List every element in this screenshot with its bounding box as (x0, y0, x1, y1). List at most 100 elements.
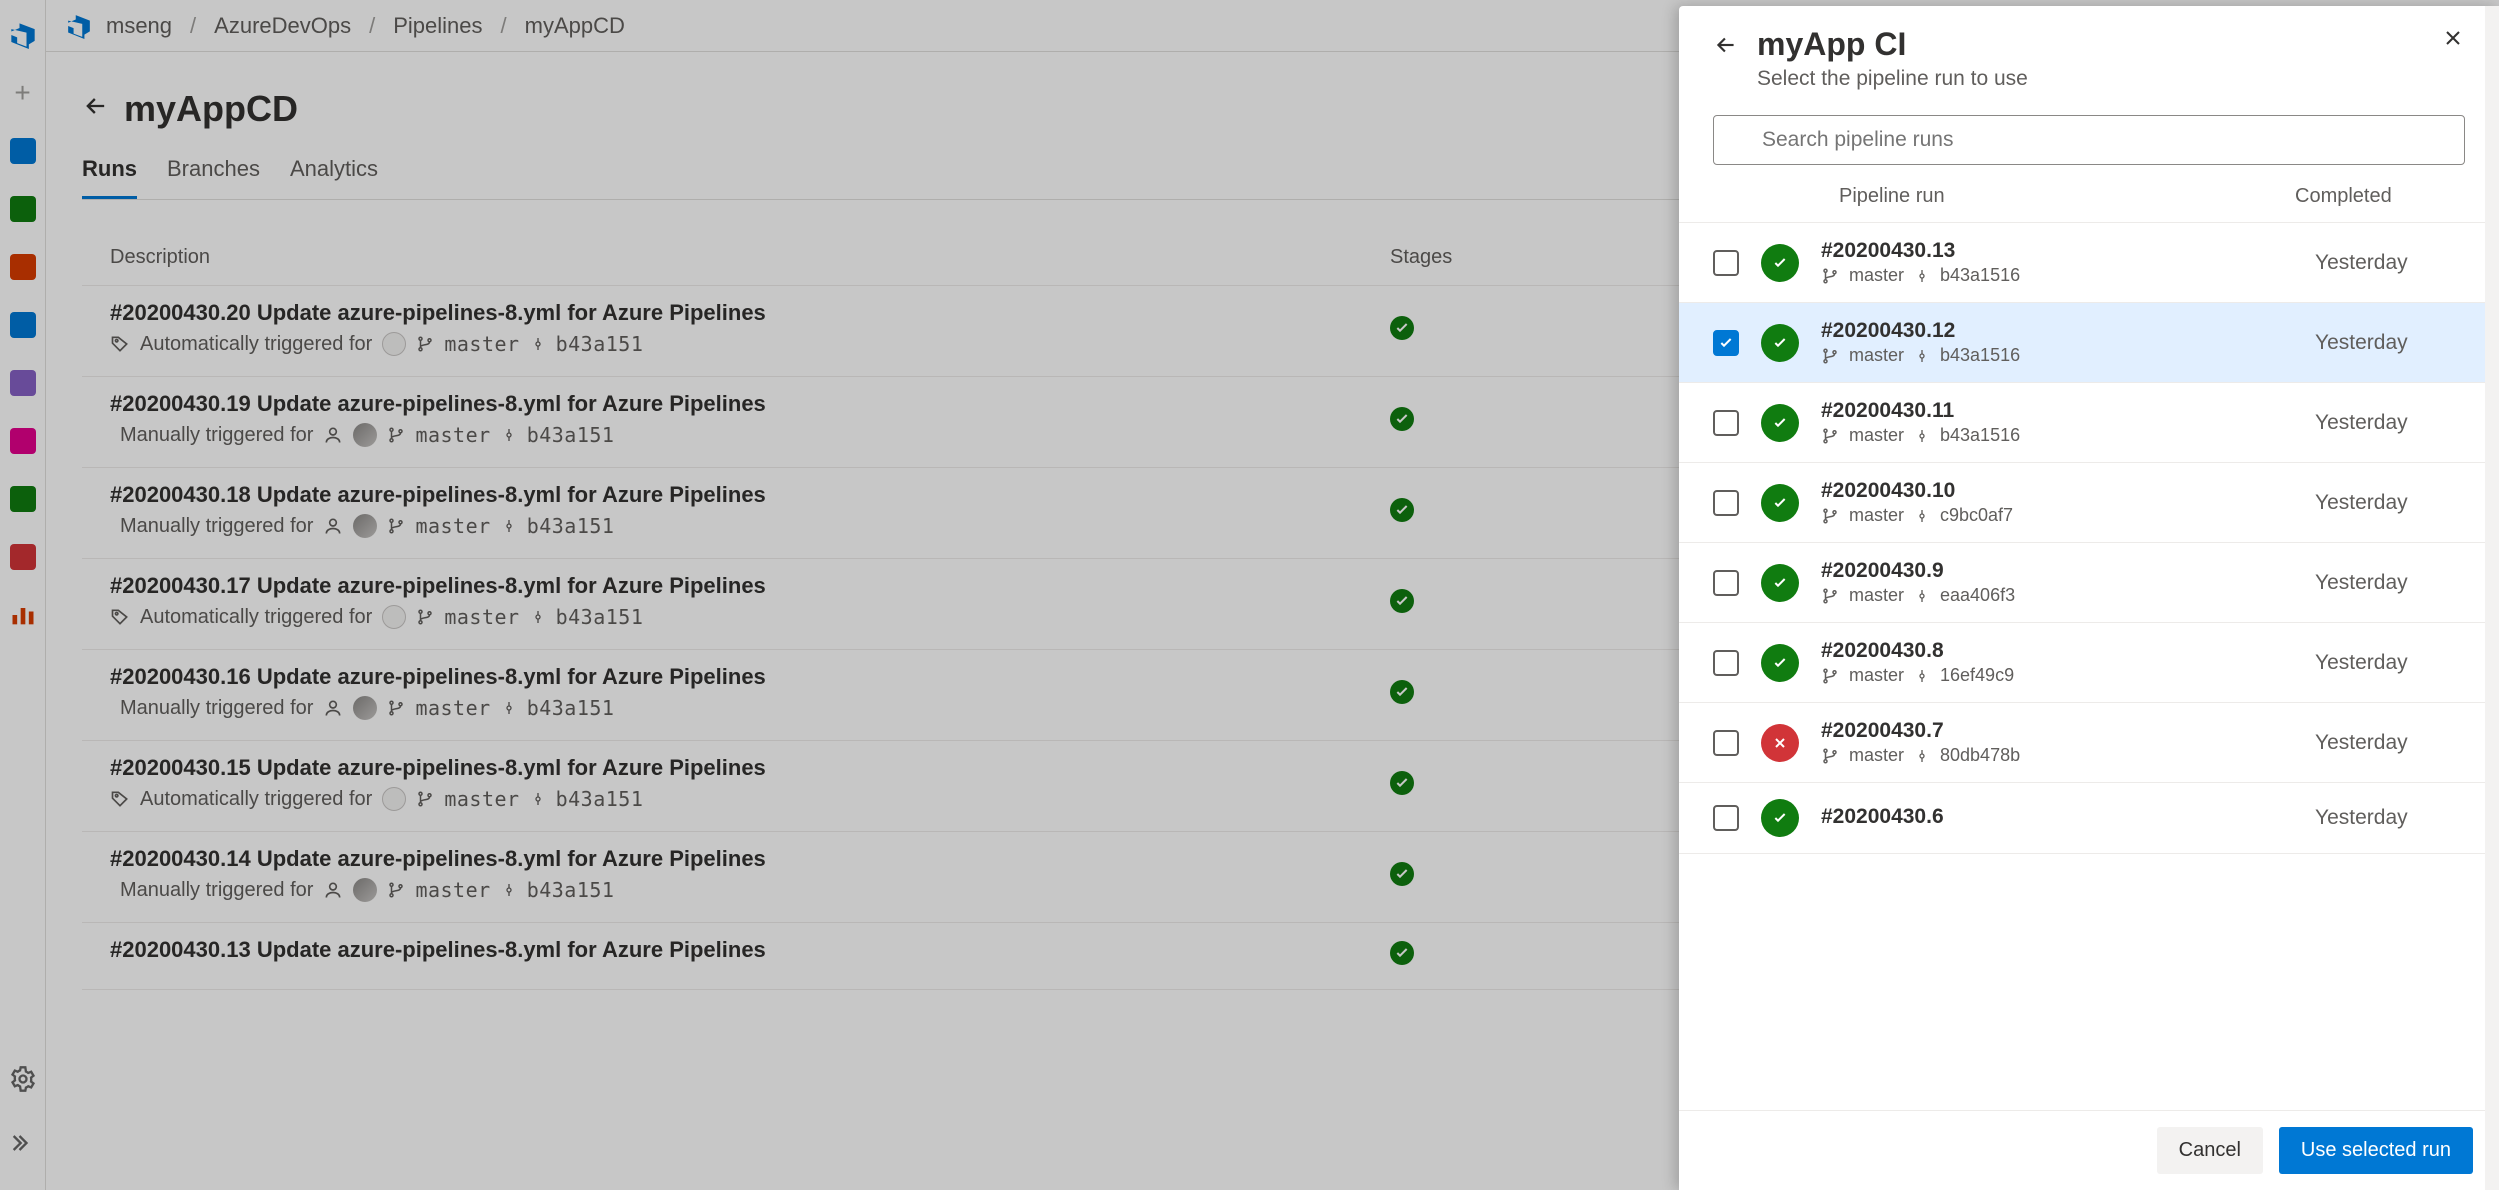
checkbox[interactable] (1713, 410, 1739, 436)
status-success-icon (1761, 324, 1799, 362)
run-title: #20200430.14 Update azure-pipelines-8.ym… (110, 846, 1390, 872)
project-logo-icon (64, 11, 94, 41)
checkbox[interactable] (1713, 805, 1739, 831)
cancel-button[interactable]: Cancel (2157, 1127, 2263, 1174)
nav-item-2[interactable] (4, 182, 42, 236)
stage-success-icon (1390, 771, 1414, 795)
nav-item-8[interactable] (4, 530, 42, 584)
breadcrumb-item[interactable]: AzureDevOps (214, 13, 351, 39)
col-header-pipeline-run[interactable]: Pipeline run (1839, 185, 2295, 208)
branch-name: master (415, 423, 490, 447)
azure-devops-logo-icon[interactable] (4, 8, 42, 62)
list-item[interactable]: #20200430.10 master c9bc0af7 Yesterday (1679, 463, 2499, 543)
commit-hash: b43a151 (556, 605, 644, 629)
run-name: #20200430.7 (1821, 719, 2293, 743)
list-item[interactable]: #20200430.12 master b43a1516 Yesterday (1679, 303, 2499, 383)
breadcrumb-sep-icon: / (190, 13, 196, 39)
user-avatar-icon (353, 514, 377, 538)
commit-icon (501, 518, 517, 534)
nav-item-7[interactable] (4, 472, 42, 526)
run-name: #20200430.6 (1821, 805, 2293, 829)
branch-name: master (415, 514, 490, 538)
search-input[interactable] (1713, 115, 2465, 165)
panel-back-arrow-icon[interactable] (1713, 26, 1739, 65)
run-title: #20200430.18 Update azure-pipelines-8.ym… (110, 482, 1390, 508)
completed-label: Yesterday (2315, 651, 2465, 675)
list-item[interactable]: #20200430.8 master 16ef49c9 Yesterday (1679, 623, 2499, 703)
list-item[interactable]: #20200430.11 master b43a1516 Yesterday (1679, 383, 2499, 463)
nav-item-1[interactable] (4, 124, 42, 178)
select-run-panel: myApp CI Select the pipeline run to use … (1679, 6, 2499, 1190)
branch-name: master (1849, 745, 1904, 766)
app-avatar-icon (382, 332, 406, 356)
commit-hash: b43a151 (527, 514, 615, 538)
branch-name: master (1849, 425, 1904, 446)
stage-success-icon (1390, 407, 1414, 431)
col-header-stages[interactable]: Stages (1390, 246, 1510, 269)
list-item[interactable]: #20200430.9 master eaa406f3 Yesterday (1679, 543, 2499, 623)
tab-branches[interactable]: Branches (167, 156, 260, 199)
checkbox[interactable] (1713, 570, 1739, 596)
tag-icon (110, 789, 130, 809)
tab-analytics[interactable]: Analytics (290, 156, 378, 199)
breadcrumb-item[interactable]: myAppCD (525, 13, 625, 39)
commit-icon (530, 791, 546, 807)
commit-hash: b43a1516 (1940, 425, 2020, 446)
branch-icon (416, 608, 434, 626)
trigger-label: Automatically triggered for (140, 333, 372, 356)
branch-name: master (1849, 505, 1904, 526)
checkbox[interactable] (1713, 250, 1739, 276)
branch-icon (387, 517, 405, 535)
commit-icon (1914, 508, 1930, 524)
run-title: #20200430.19 Update azure-pipelines-8.ym… (110, 391, 1390, 417)
commit-icon (501, 700, 517, 716)
settings-icon[interactable] (4, 1052, 42, 1106)
expand-rail-icon[interactable] (4, 1116, 42, 1170)
nav-item-4[interactable] (4, 298, 42, 352)
checkbox[interactable] (1713, 490, 1739, 516)
branch-icon (1821, 507, 1839, 525)
commit-hash: b43a151 (556, 787, 644, 811)
trigger-label: Manually triggered for (120, 697, 313, 720)
list-item[interactable]: #20200430.7 master 80db478b Yesterday (1679, 703, 2499, 783)
use-selected-run-button[interactable]: Use selected run (2279, 1127, 2473, 1174)
run-name: #20200430.9 (1821, 559, 2293, 583)
scrollbar[interactable] (2485, 6, 2499, 1190)
status-success-icon (1761, 404, 1799, 442)
commit-icon (530, 336, 546, 352)
add-icon[interactable]: + (4, 66, 42, 120)
breadcrumb-item[interactable]: mseng (106, 13, 172, 39)
nav-item-5[interactable] (4, 356, 42, 410)
branch-icon (387, 881, 405, 899)
user-avatar-icon (353, 696, 377, 720)
commit-icon (1914, 668, 1930, 684)
breadcrumb-item[interactable]: Pipelines (393, 13, 482, 39)
nav-item-9[interactable] (4, 588, 42, 642)
list-item[interactable]: #20200430.13 master b43a1516 Yesterday (1679, 223, 2499, 303)
checkbox[interactable] (1713, 330, 1739, 356)
status-failed-icon (1761, 724, 1799, 762)
col-header-description[interactable]: Description (110, 246, 1390, 269)
list-item[interactable]: #20200430.6 Yesterday (1679, 783, 2499, 854)
nav-item-6[interactable] (4, 414, 42, 468)
trigger-label: Automatically triggered for (140, 788, 372, 811)
completed-label: Yesterday (2315, 571, 2465, 595)
app-avatar-icon (382, 787, 406, 811)
panel-run-list[interactable]: #20200430.13 master b43a1516 Yesterday #… (1679, 223, 2499, 1110)
panel-subtitle: Select the pipeline run to use (1757, 67, 2028, 91)
stage-success-icon (1390, 941, 1414, 965)
checkbox[interactable] (1713, 730, 1739, 756)
col-header-completed[interactable]: Completed (2295, 185, 2455, 208)
trigger-label: Manually triggered for (120, 424, 313, 447)
commit-hash: b43a151 (556, 332, 644, 356)
run-title: #20200430.20 Update azure-pipelines-8.ym… (110, 300, 1390, 326)
commit-icon (1914, 348, 1930, 364)
nav-item-3[interactable] (4, 240, 42, 294)
branch-icon (1821, 427, 1839, 445)
checkbox[interactable] (1713, 650, 1739, 676)
tab-runs[interactable]: Runs (82, 156, 137, 199)
trigger-label: Manually triggered for (120, 879, 313, 902)
close-icon[interactable] (2441, 26, 2465, 57)
stage-success-icon (1390, 862, 1414, 886)
back-arrow-icon[interactable] (82, 92, 110, 127)
